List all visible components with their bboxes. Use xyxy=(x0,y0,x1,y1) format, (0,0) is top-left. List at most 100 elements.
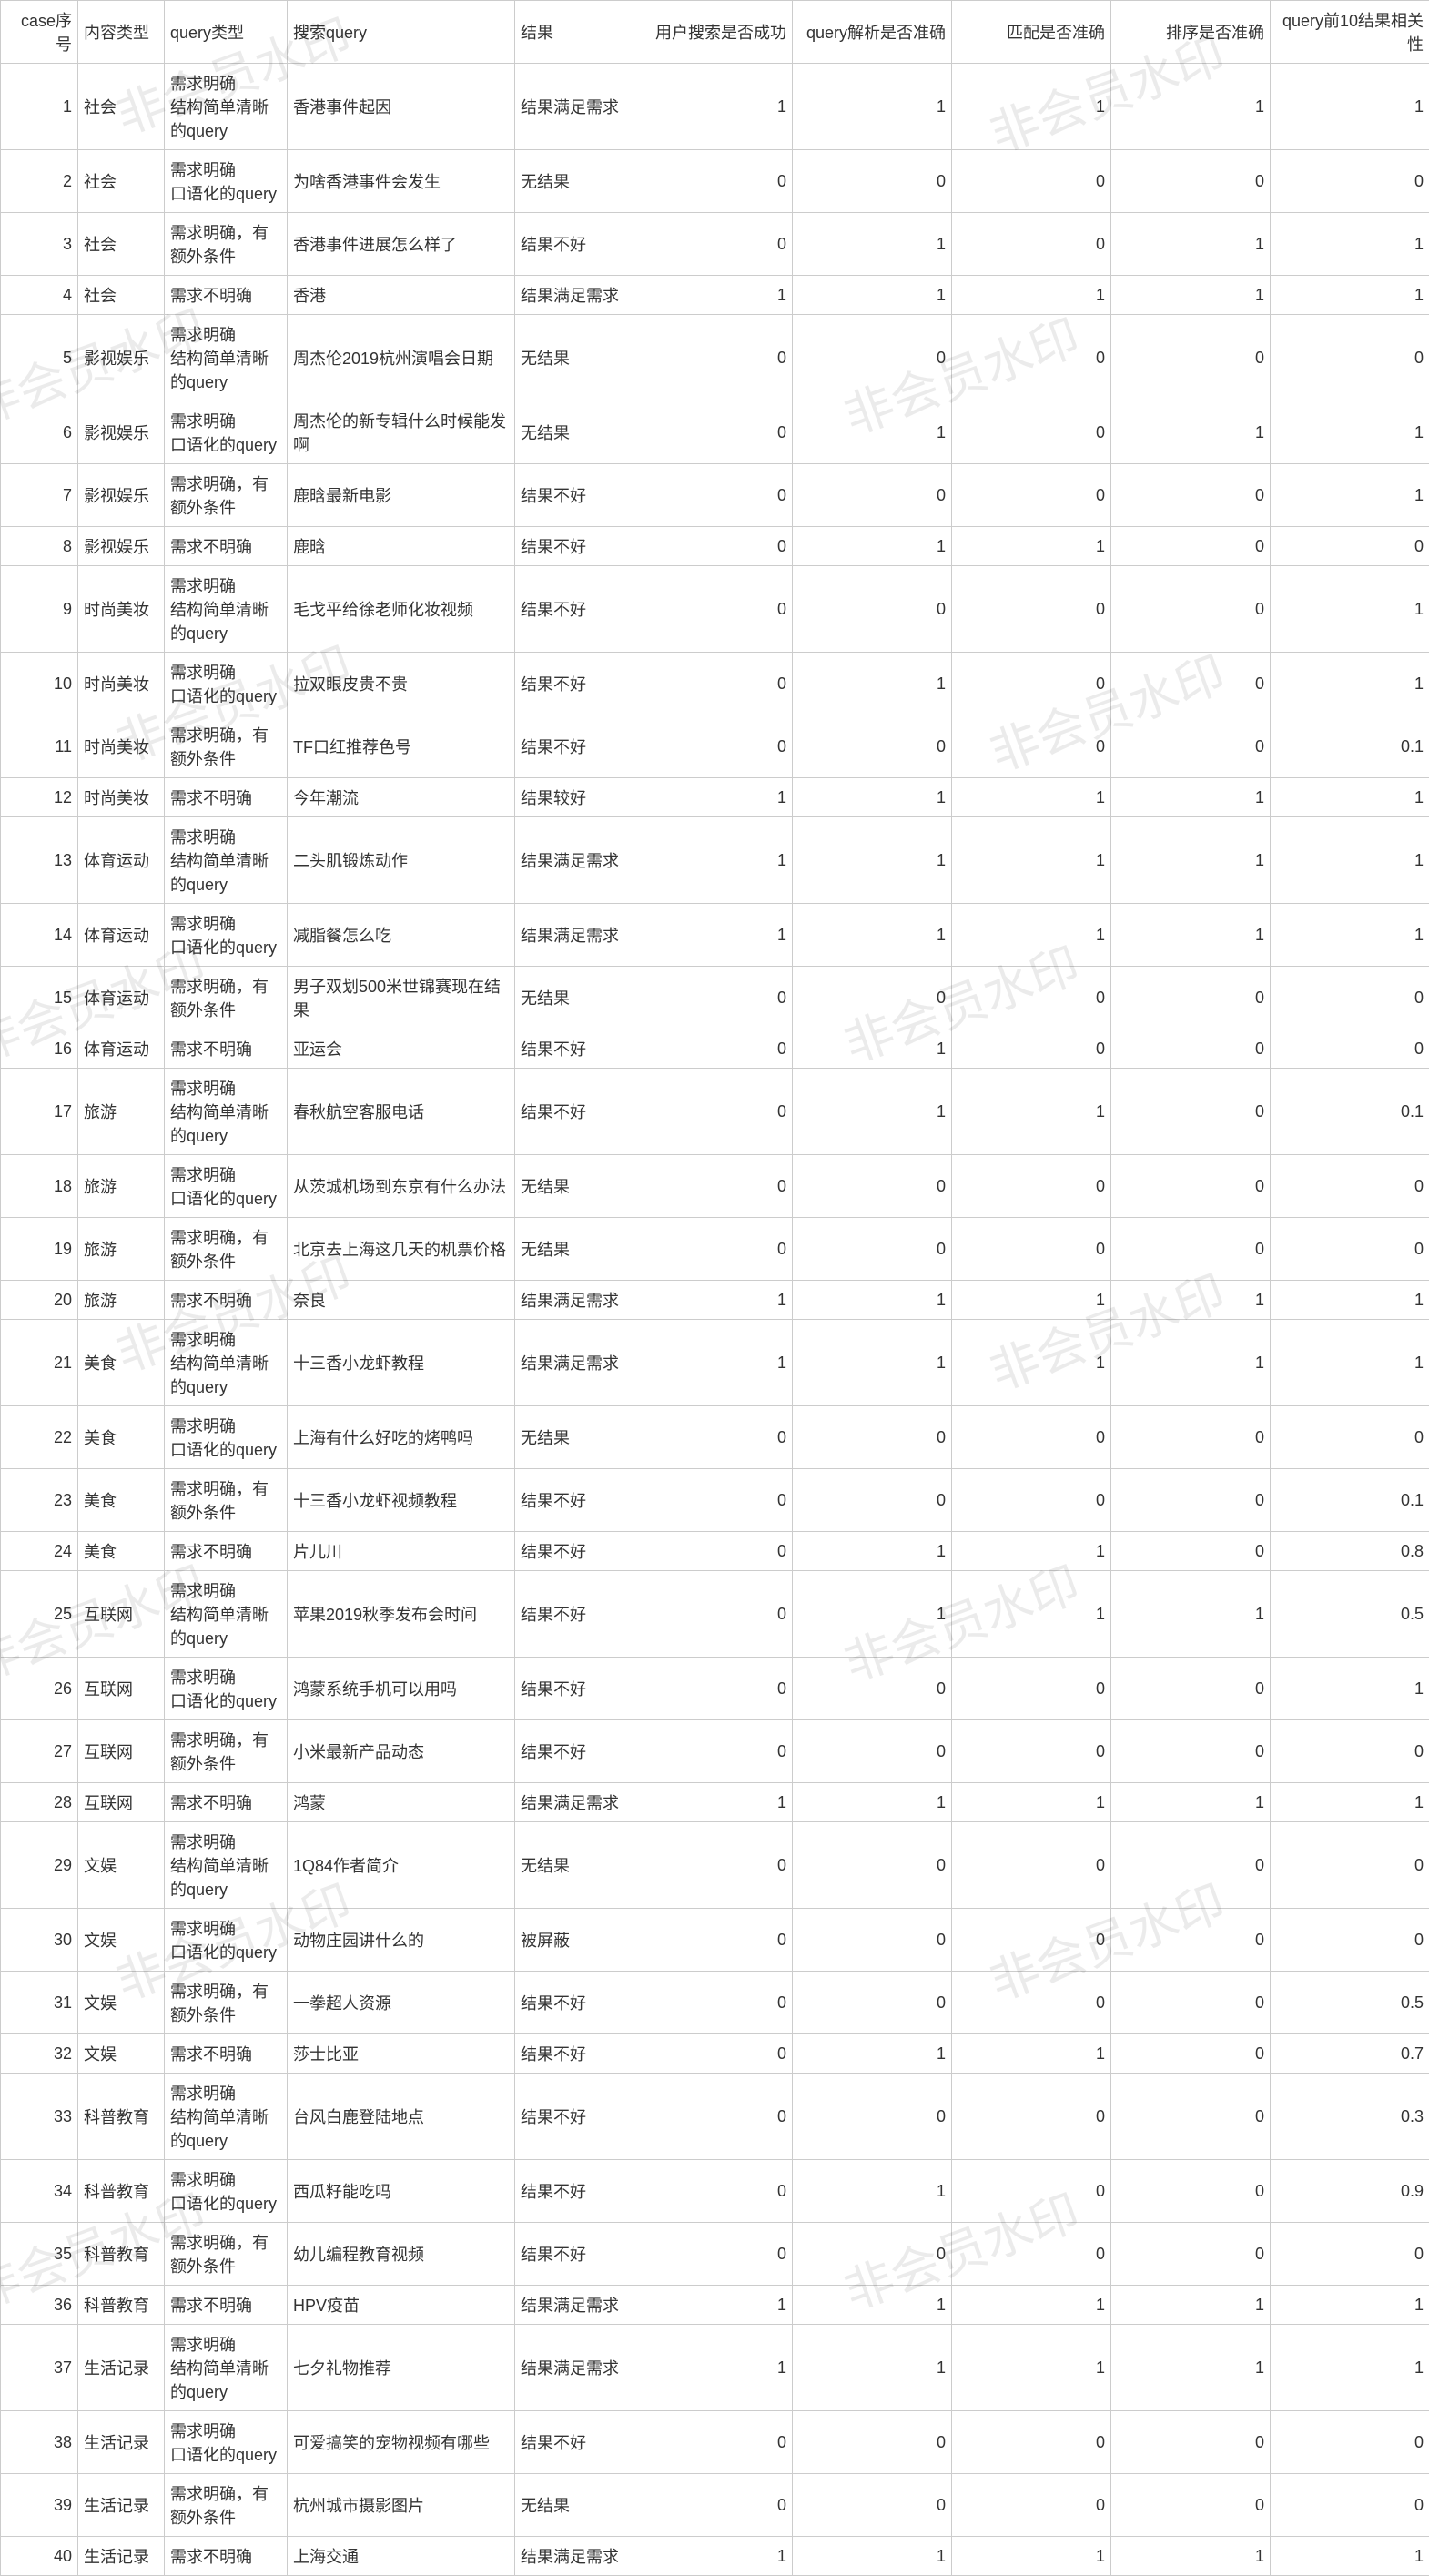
cell-metric-0: 1 xyxy=(633,904,793,967)
cell-seq: 7 xyxy=(1,464,78,527)
cell-metric-4: 1 xyxy=(1271,1783,1429,1822)
cell-seq: 21 xyxy=(1,1320,78,1406)
cell-metric-2: 0 xyxy=(952,213,1111,276)
cell-result: 结果不好 xyxy=(515,1532,633,1571)
cell-seq: 32 xyxy=(1,2034,78,2074)
cell-metric-3: 0 xyxy=(1111,653,1271,715)
cell-metric-0: 0 xyxy=(633,1155,793,1218)
table-row: 16体育运动需求不明确亚运会结果不好01000 xyxy=(1,1029,1429,1069)
cell-metric-2: 1 xyxy=(952,1320,1111,1406)
th-result: 结果 xyxy=(515,1,633,64)
cell-metric-0: 0 xyxy=(633,2474,793,2537)
cell-metric-1: 0 xyxy=(793,1972,952,2034)
cell-seq: 35 xyxy=(1,2223,78,2286)
cell-metric-2: 1 xyxy=(952,2537,1111,2576)
cell-metric-1: 0 xyxy=(793,1720,952,1783)
cell-query: 鸿蒙系统手机可以用吗 xyxy=(288,1658,515,1720)
cell-metric-2: 0 xyxy=(952,1658,1111,1720)
cell-category: 互联网 xyxy=(78,1783,165,1822)
cell-metric-4: 0 xyxy=(1271,2411,1429,2474)
cell-category: 互联网 xyxy=(78,1658,165,1720)
cell-seq: 19 xyxy=(1,1218,78,1281)
cell-metric-4: 1 xyxy=(1271,653,1429,715)
cell-metric-1: 1 xyxy=(793,2034,952,2074)
cell-category: 美食 xyxy=(78,1320,165,1406)
cell-metric-0: 0 xyxy=(633,1822,793,1909)
cell-metric-1: 0 xyxy=(793,1909,952,1972)
cell-metric-0: 1 xyxy=(633,1783,793,1822)
cell-query-type: 需求明确 口语化的query xyxy=(165,904,288,967)
cell-query-type: 需求明确 口语化的query xyxy=(165,2160,288,2223)
cell-metric-3: 1 xyxy=(1111,1281,1271,1320)
cell-seq: 11 xyxy=(1,715,78,778)
cell-category: 互联网 xyxy=(78,1720,165,1783)
cell-seq: 9 xyxy=(1,566,78,653)
cell-metric-4: 1 xyxy=(1271,2325,1429,2411)
cell-metric-4: 0.9 xyxy=(1271,2160,1429,2223)
cell-metric-2: 0 xyxy=(952,2074,1111,2160)
cell-query-type: 需求明确 结构简单清晰的query xyxy=(165,64,288,150)
cell-metric-4: 0 xyxy=(1271,967,1429,1029)
cell-query-type: 需求明确 结构简单清晰的query xyxy=(165,566,288,653)
cell-metric-0: 0 xyxy=(633,1029,793,1069)
cell-query-type: 需求不明确 xyxy=(165,2286,288,2325)
table-row: 17旅游需求明确 结构简单清晰的query春秋航空客服电话结果不好01100.1 xyxy=(1,1069,1429,1155)
cell-seq: 8 xyxy=(1,527,78,566)
cell-metric-2: 0 xyxy=(952,1469,1111,1532)
cell-result: 无结果 xyxy=(515,401,633,464)
cell-query: 今年潮流 xyxy=(288,778,515,817)
table-row: 19旅游需求明确，有额外条件北京去上海这几天的机票价格无结果00000 xyxy=(1,1218,1429,1281)
cell-metric-3: 0 xyxy=(1111,1909,1271,1972)
cell-metric-3: 0 xyxy=(1111,2034,1271,2074)
th-category: 内容类型 xyxy=(78,1,165,64)
cell-query: HPV疫苗 xyxy=(288,2286,515,2325)
table-row: 13体育运动需求明确 结构简单清晰的query二头肌锻炼动作结果满足需求1111… xyxy=(1,817,1429,904)
cell-metric-2: 0 xyxy=(952,2223,1111,2286)
th-search-success: 用户搜索是否成功 xyxy=(633,1,793,64)
cell-metric-1: 0 xyxy=(793,1658,952,1720)
cell-seq: 15 xyxy=(1,967,78,1029)
th-parse-correct: query解析是否准确 xyxy=(793,1,952,64)
cell-query-type: 需求明确，有额外条件 xyxy=(165,1972,288,2034)
th-rank-correct: 排序是否准确 xyxy=(1111,1,1271,64)
cell-metric-4: 0.1 xyxy=(1271,715,1429,778)
cell-seq: 2 xyxy=(1,150,78,213)
cell-metric-1: 0 xyxy=(793,1155,952,1218)
cell-seq: 30 xyxy=(1,1909,78,1972)
cell-metric-3: 1 xyxy=(1111,904,1271,967)
table-row: 22美食需求明确 口语化的query上海有什么好吃的烤鸭吗无结果00000 xyxy=(1,1406,1429,1469)
cell-metric-4: 1 xyxy=(1271,464,1429,527)
cell-query: 拉双眼皮贵不贵 xyxy=(288,653,515,715)
cell-metric-3: 0 xyxy=(1111,2411,1271,2474)
cell-query-type: 需求明确 结构简单清晰的query xyxy=(165,1571,288,1658)
cell-metric-3: 1 xyxy=(1111,2537,1271,2576)
cell-metric-3: 1 xyxy=(1111,64,1271,150)
cell-metric-0: 0 xyxy=(633,653,793,715)
cell-query-type: 需求明确 结构简单清晰的query xyxy=(165,2325,288,2411)
cell-metric-0: 0 xyxy=(633,315,793,401)
cell-metric-4: 0.1 xyxy=(1271,1469,1429,1532)
cell-query: TF口红推荐色号 xyxy=(288,715,515,778)
cell-seq: 25 xyxy=(1,1571,78,1658)
cell-category: 文娱 xyxy=(78,1972,165,2034)
cell-seq: 14 xyxy=(1,904,78,967)
cell-metric-2: 0 xyxy=(952,401,1111,464)
cell-metric-3: 0 xyxy=(1111,150,1271,213)
cell-metric-1: 1 xyxy=(793,817,952,904)
cell-seq: 39 xyxy=(1,2474,78,2537)
cell-metric-4: 0.7 xyxy=(1271,2034,1429,2074)
table-row: 30文娱需求明确 口语化的query动物庄园讲什么的被屏蔽00000 xyxy=(1,1909,1429,1972)
cell-metric-4: 0.3 xyxy=(1271,2074,1429,2160)
cell-metric-0: 0 xyxy=(633,401,793,464)
cell-seq: 33 xyxy=(1,2074,78,2160)
cell-metric-1: 0 xyxy=(793,1218,952,1281)
cell-metric-1: 1 xyxy=(793,1281,952,1320)
table-row: 37生活记录需求明确 结构简单清晰的query七夕礼物推荐结果满足需求11111 xyxy=(1,2325,1429,2411)
cell-query: 周杰伦的新专辑什么时候能发啊 xyxy=(288,401,515,464)
cell-result: 结果不好 xyxy=(515,1658,633,1720)
cell-metric-1: 0 xyxy=(793,315,952,401)
cell-metric-0: 0 xyxy=(633,967,793,1029)
cell-result: 结果满足需求 xyxy=(515,817,633,904)
cell-metric-0: 0 xyxy=(633,464,793,527)
cell-category: 文娱 xyxy=(78,2034,165,2074)
